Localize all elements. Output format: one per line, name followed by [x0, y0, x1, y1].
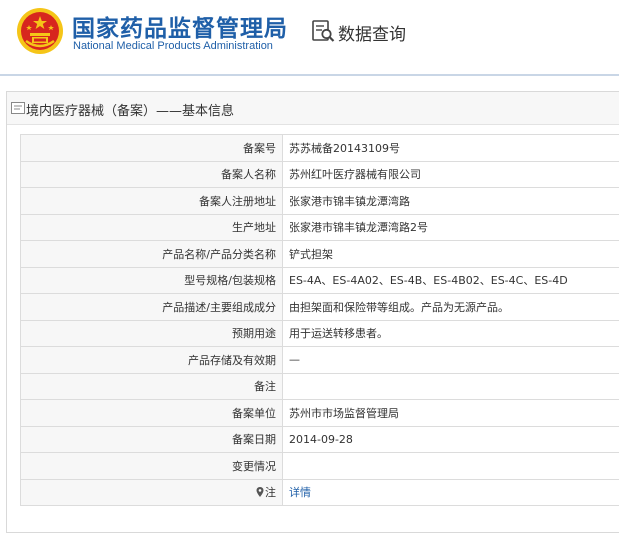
field-label: 预期用途: [21, 320, 283, 347]
org-name-cn: 国家药品监督管理局: [72, 9, 288, 43]
field-value: —: [283, 347, 619, 374]
panel-title: 境内医疗器械（备案）——基本信息: [26, 100, 234, 119]
table-row: 备案单位 苏州市市场监督管理局: [21, 400, 619, 427]
field-label: 型号规格/包装规格: [21, 267, 283, 294]
field-label: 注: [265, 486, 276, 499]
field-value: [283, 373, 619, 400]
field-value: 苏州红叶医疗器械有限公司: [283, 161, 619, 188]
field-label: 备案单位: [21, 400, 283, 427]
info-table: 备案号 苏苏械备20143109号 备案人名称 苏州红叶医疗器械有限公司 备案人…: [20, 134, 619, 506]
data-query-title: 数据查询: [338, 20, 406, 45]
field-value: 张家港市锦丰镇龙潭湾路: [283, 188, 619, 215]
table-row: 变更情况: [21, 453, 619, 480]
national-emblem-icon: [16, 7, 64, 55]
field-label: 变更情况: [21, 453, 283, 480]
field-label: 备案日期: [21, 426, 283, 453]
field-value: 苏州市市场监督管理局: [283, 400, 619, 427]
field-value: [283, 453, 619, 480]
field-label: 备案人注册地址: [21, 188, 283, 215]
field-label: 产品名称/产品分类名称: [21, 241, 283, 268]
table-row: 产品名称/产品分类名称 铲式担架: [21, 241, 619, 268]
field-label: 产品存储及有效期: [21, 347, 283, 374]
table-row: 生产地址 张家港市锦丰镇龙潭湾路2号: [21, 214, 619, 241]
panel-title-bar: 境内医疗器械（备案）——基本信息: [7, 92, 619, 125]
table-row: 注 详情: [21, 479, 619, 506]
table-row: 备案人名称 苏州红叶医疗器械有限公司: [21, 161, 619, 188]
field-value: 苏苏械备20143109号: [283, 135, 619, 162]
table-row: 产品存储及有效期 —: [21, 347, 619, 374]
field-value: ES-4A、ES-4A02、ES-4B、ES-4B02、ES-4C、ES-4D: [283, 267, 619, 294]
field-value: 铲式担架: [283, 241, 619, 268]
table-row: 备注: [21, 373, 619, 400]
document-search-icon: [311, 19, 335, 43]
field-label: 备案号: [21, 135, 283, 162]
field-value: 详情: [283, 479, 619, 506]
info-panel: 境内医疗器械（备案）——基本信息 备案号 苏苏械备20143109号 备案人名称…: [6, 91, 619, 533]
site-header: 国家药品监督管理局 National Medical Products Admi…: [0, 0, 619, 74]
details-link[interactable]: 详情: [289, 486, 311, 499]
field-label: 生产地址: [21, 214, 283, 241]
note-label-cell: 注: [21, 479, 283, 506]
location-pin-icon: [256, 487, 264, 497]
table-row: 型号规格/包装规格 ES-4A、ES-4A02、ES-4B、ES-4B02、ES…: [21, 267, 619, 294]
panel-icon: [11, 102, 25, 114]
field-value: 2014-09-28: [283, 426, 619, 453]
table-row: 备案号 苏苏械备20143109号: [21, 135, 619, 162]
table-row: 产品描述/主要组成成分 由担架面和保险带等组成。产品为无源产品。: [21, 294, 619, 321]
field-label: 备案人名称: [21, 161, 283, 188]
table-row: 备案日期 2014-09-28: [21, 426, 619, 453]
header-divider: [0, 74, 619, 76]
org-name-en: National Medical Products Administration: [73, 40, 273, 52]
field-value: 张家港市锦丰镇龙潭湾路2号: [283, 214, 619, 241]
table-row: 预期用途 用于运送转移患者。: [21, 320, 619, 347]
table-row: 备案人注册地址 张家港市锦丰镇龙潭湾路: [21, 188, 619, 215]
field-value: 由担架面和保险带等组成。产品为无源产品。: [283, 294, 619, 321]
field-label: 备注: [21, 373, 283, 400]
field-value: 用于运送转移患者。: [283, 320, 619, 347]
field-label: 产品描述/主要组成成分: [21, 294, 283, 321]
